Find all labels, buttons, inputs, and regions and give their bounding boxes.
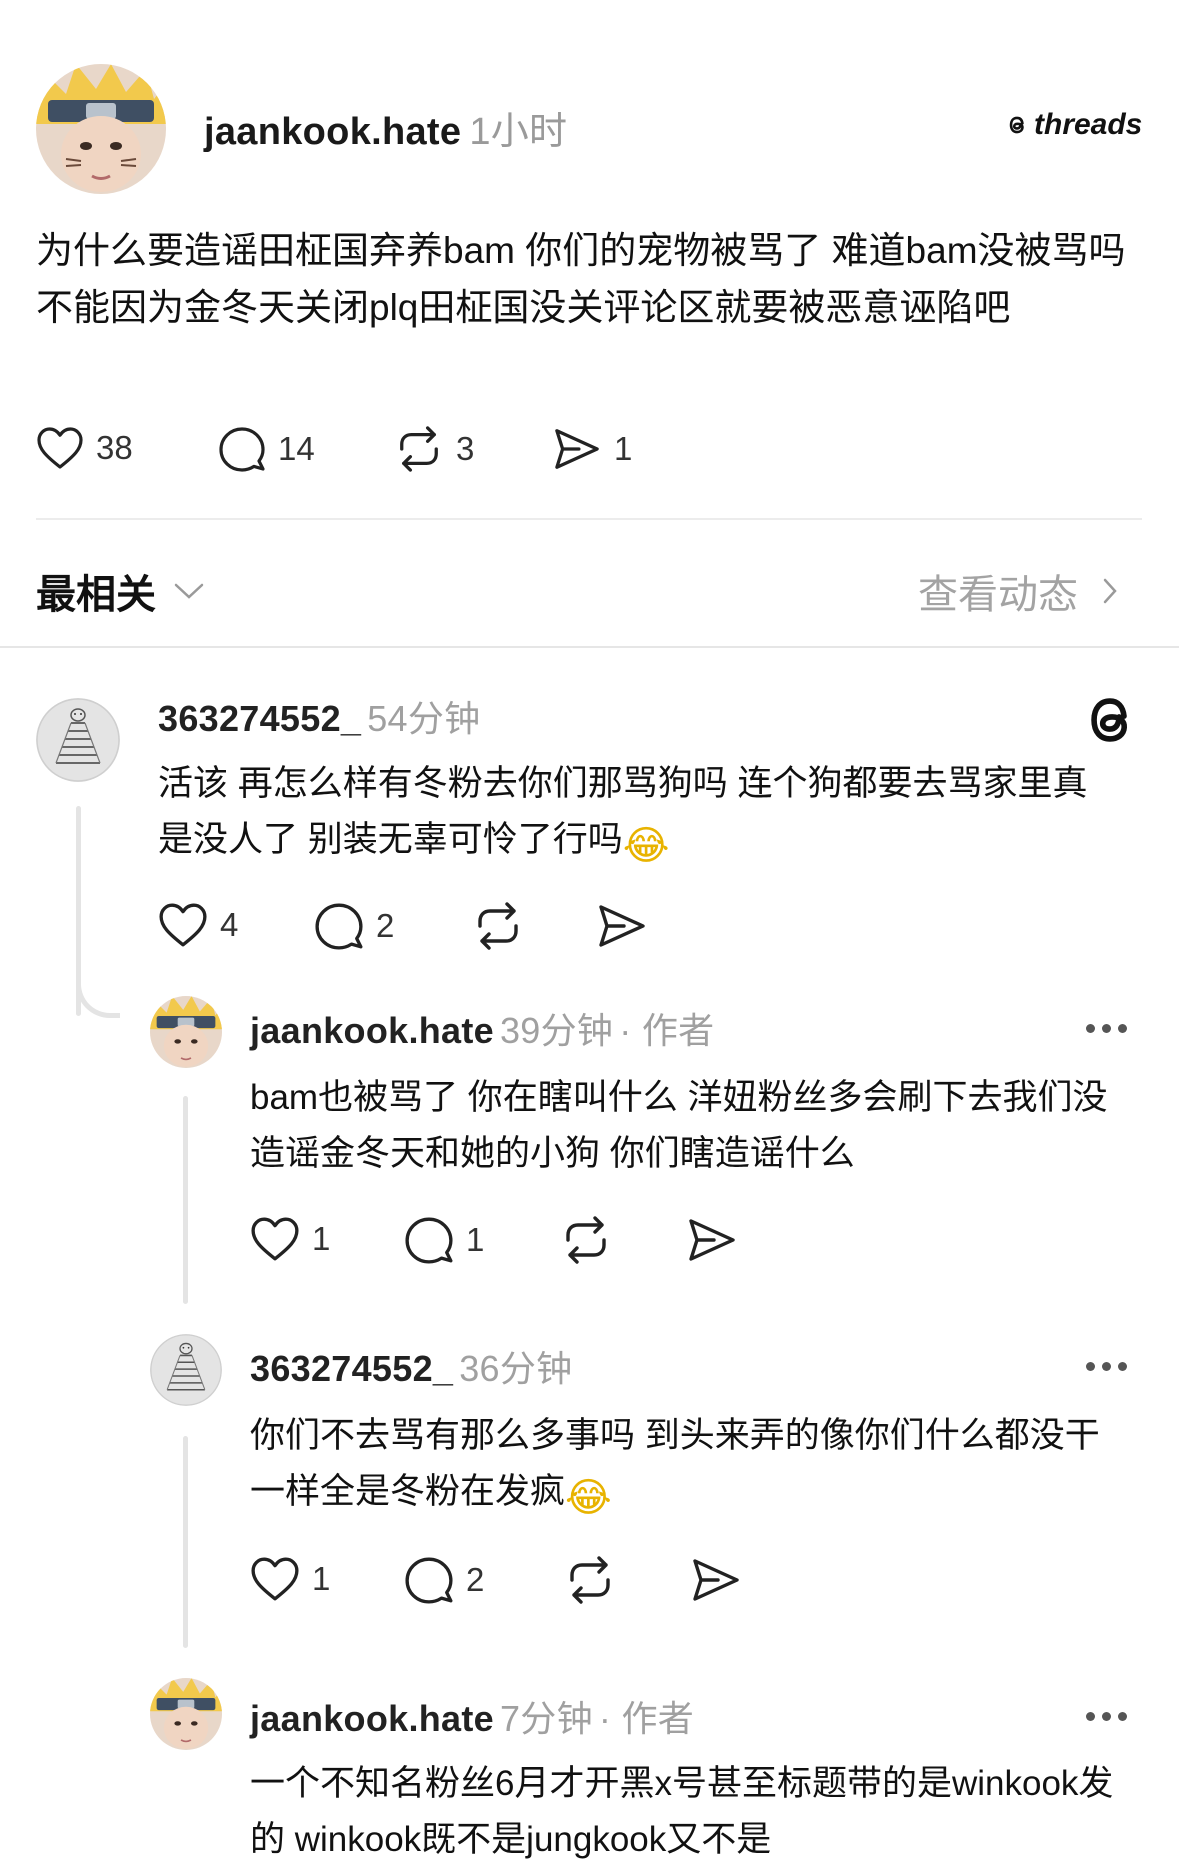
- comment-icon: [404, 1556, 454, 1604]
- heart-icon: [250, 1556, 300, 1602]
- like-button[interactable]: 38: [36, 426, 133, 470]
- share-button[interactable]: 1: [552, 426, 632, 472]
- comment-header: jaankook.hate 7分钟 · 作者: [250, 1690, 694, 1742]
- repost-icon: [564, 1556, 616, 1604]
- more-options-icon[interactable]: [1086, 1024, 1127, 1033]
- comment-username[interactable]: 363274552_: [158, 698, 361, 739]
- author-username[interactable]: jaankook.hate 1小时: [204, 100, 567, 155]
- laughing-emoji-icon: 😂: [565, 1475, 612, 1521]
- like-count: 38: [96, 429, 133, 466]
- comment-username[interactable]: jaankook.hate: [250, 1010, 494, 1051]
- comment-time: 36分钟: [459, 1348, 573, 1389]
- sort-dropdown[interactable]: 最相关: [36, 562, 204, 620]
- comment-header: 363274552_ 54分钟: [158, 690, 480, 742]
- comment-time: 39分钟: [499, 1010, 614, 1051]
- reply-count: 1: [466, 1221, 485, 1258]
- like-count: 1: [312, 1220, 331, 1257]
- author-avatar[interactable]: [150, 1678, 222, 1750]
- threads-brand: threads: [1004, 108, 1142, 142]
- view-activity-link[interactable]: 查看动态: [918, 562, 1118, 620]
- comment-text: bam也被骂了 你在瞎叫什么 洋妞粉丝多会刷下去我们没造谣金冬天和她的小狗 你们…: [250, 1078, 1108, 1173]
- post-time: 1小时: [469, 111, 568, 153]
- repost-button[interactable]: 3: [394, 426, 474, 472]
- like-count: 4: [220, 906, 239, 943]
- author-avatar[interactable]: [36, 64, 166, 194]
- heart-icon: [158, 902, 208, 948]
- comment-header: 363274552_ 36分钟: [250, 1340, 572, 1392]
- like-button[interactable]: 4: [158, 902, 238, 948]
- comment-text: 你们不去骂有那么多事吗 到头来弄的像你们什么都没干一样全是冬粉在发疯😂: [250, 1408, 1130, 1526]
- share-button[interactable]: [686, 1216, 738, 1264]
- send-icon: [686, 1216, 738, 1264]
- reply-count: 2: [376, 907, 395, 944]
- comment-body: 你们不去骂有那么多事吗 到头来弄的像你们什么都没干一样全是冬粉在发疯: [250, 1416, 1100, 1511]
- commenter-avatar[interactable]: [150, 1334, 222, 1406]
- send-icon: [596, 902, 648, 950]
- section-divider: [0, 646, 1179, 648]
- commenter-avatar[interactable]: [36, 698, 120, 782]
- comment-header: jaankook.hate 39分钟 · 作者: [250, 1002, 714, 1054]
- reply-count: 2: [466, 1561, 485, 1598]
- threads-wordmark: threads: [1034, 108, 1143, 141]
- comment-text: 一个不知名粉丝6月才开黑x号甚至标题带的是winkook发的 winkook既不…: [250, 1764, 1114, 1859]
- divider: [36, 518, 1142, 520]
- comment-time: 54分钟: [367, 698, 481, 739]
- comment-icon: [404, 1216, 454, 1264]
- threads-logo-icon: [1004, 112, 1030, 138]
- like-button[interactable]: 1: [250, 1216, 330, 1262]
- chevron-down-icon: [174, 582, 204, 600]
- repost-button[interactable]: [560, 1216, 612, 1264]
- heart-icon: [36, 426, 84, 470]
- reply-count: 14: [278, 430, 315, 467]
- repost-icon: [560, 1216, 612, 1264]
- comment-icon: [218, 426, 266, 472]
- more-options-icon[interactable]: [1086, 1712, 1127, 1721]
- repost-count: 3: [456, 430, 475, 467]
- heart-icon: [250, 1216, 300, 1262]
- reply-button[interactable]: 2: [314, 902, 394, 950]
- author-tag: · 作者: [598, 1698, 695, 1739]
- sort-label: 最相关: [36, 573, 156, 617]
- thread-connector: [76, 976, 120, 1018]
- like-count: 1: [312, 1560, 331, 1597]
- reply-button[interactable]: 1: [404, 1216, 484, 1264]
- share-button[interactable]: [690, 1556, 742, 1604]
- comment-icon: [314, 902, 364, 950]
- author-tag: · 作者: [619, 1010, 715, 1051]
- threads-icon: [1084, 692, 1136, 748]
- comment-username[interactable]: jaankook.hate: [250, 1698, 494, 1739]
- activity-label: 查看动态: [918, 573, 1078, 617]
- thread-line: [183, 1096, 188, 1304]
- repost-icon: [472, 902, 524, 950]
- like-button[interactable]: 1: [250, 1556, 330, 1602]
- repost-button[interactable]: [564, 1556, 616, 1604]
- chevron-right-icon: [1102, 577, 1118, 605]
- send-icon: [552, 426, 602, 472]
- post-text: 为什么要造谣田柾国弃养bam 你们的宠物被骂了 难道bam没被骂吗 不能因为金冬…: [36, 230, 1126, 328]
- comment-time: 7分钟: [499, 1698, 593, 1739]
- thread-line: [183, 1436, 188, 1648]
- comment-text: 活该 再怎么样有冬粉去你们那骂狗吗 连个狗都要去骂家里真是没人了 别装无辜可怜了…: [158, 756, 1118, 874]
- more-options-icon[interactable]: [1086, 1362, 1127, 1371]
- repost-button[interactable]: [472, 902, 524, 950]
- send-icon: [690, 1556, 742, 1604]
- repost-icon: [394, 426, 444, 472]
- reply-button[interactable]: 14: [218, 426, 315, 472]
- username-text[interactable]: jaankook.hate: [204, 111, 461, 153]
- author-avatar[interactable]: [150, 996, 222, 1068]
- reply-button[interactable]: 2: [404, 1556, 484, 1604]
- share-button[interactable]: [596, 902, 648, 950]
- comment-username[interactable]: 363274552_: [250, 1348, 453, 1389]
- share-count: 1: [614, 430, 633, 467]
- laughing-emoji-icon: 😂: [622, 823, 670, 869]
